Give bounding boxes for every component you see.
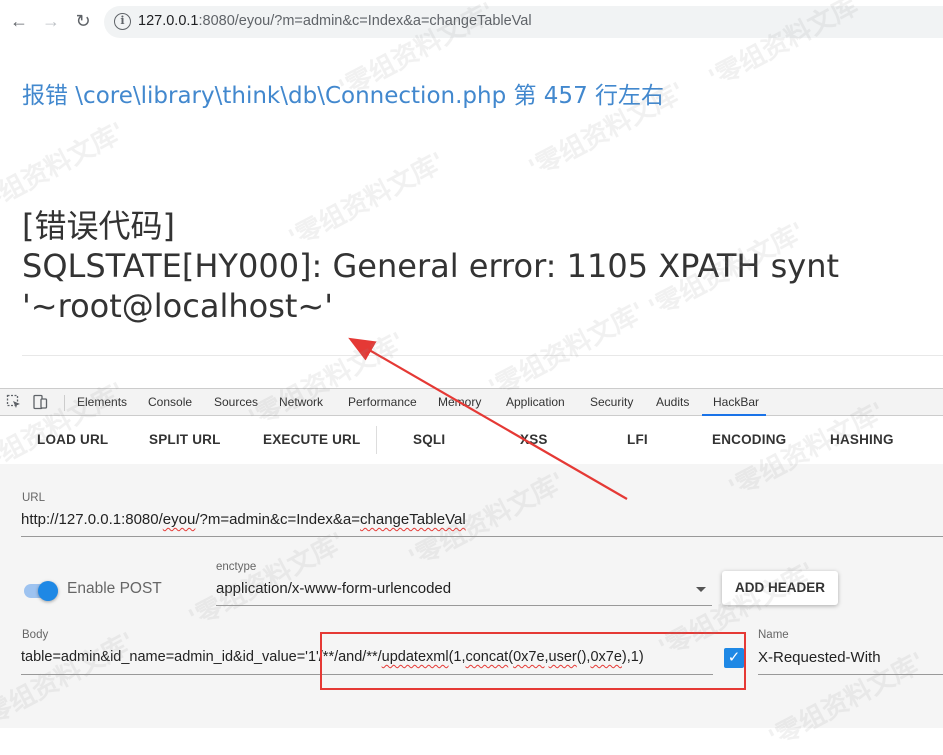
tab-elements[interactable]: Elements (77, 395, 127, 409)
tab-console[interactable]: Console (148, 395, 192, 409)
tab-network[interactable]: Network (279, 395, 323, 409)
enable-post-label: Enable POST (67, 580, 162, 597)
execute-url-button[interactable]: EXECUTE URL (263, 432, 360, 447)
tab-audits[interactable]: Audits (656, 395, 689, 409)
tab-performance[interactable]: Performance (348, 395, 417, 409)
reload-icon[interactable]: ↻ (72, 10, 94, 32)
address-url[interactable]: 127.0.0.1:8080/eyou/?m=admin&c=Index&a=c… (138, 13, 532, 29)
error-location: 报错 \core\library\think\db\Connection.php… (22, 83, 665, 109)
hackbar-toolbar: LOAD URL SPLIT URL EXECUTE URL SQLI XSS … (0, 418, 943, 464)
header-name-input[interactable]: X-Requested-With (758, 649, 881, 666)
address-bar[interactable]: i 127.0.0.1:8080/eyou/?m=admin&c=Index&a… (104, 6, 943, 38)
url-part-4: changeTableVal (360, 511, 466, 528)
device-toolbar-icon[interactable] (32, 394, 48, 410)
xss-menu-button[interactable]: XSS (520, 432, 548, 447)
body-prefix: table=admin&id_name=admin_id&id_value= (21, 649, 306, 665)
enctype-label: enctype (216, 561, 257, 573)
enctype-underline (216, 605, 712, 606)
url-part-3: /?m=admin&c=Index&a= (195, 511, 361, 528)
active-tab-indicator (702, 414, 766, 416)
header-name-underline (758, 674, 943, 675)
tab-sources[interactable]: Sources (214, 395, 258, 409)
body-label: Body (22, 629, 49, 641)
back-arrow-icon[interactable]: ← (8, 10, 30, 32)
address-host: 127.0.0.1 (138, 13, 199, 29)
load-url-button[interactable]: LOAD URL (37, 432, 108, 447)
error-line: SQLSTATE[HY000]: General error: 1105 XPA… (22, 247, 840, 285)
url-field-underline (21, 536, 943, 537)
tab-application[interactable]: Application (506, 395, 565, 409)
devtools-tabbar: Elements Console Sources Network Perform… (0, 388, 943, 416)
header-name-label: Name (758, 629, 789, 641)
add-header-button[interactable]: ADD HEADER (722, 571, 838, 605)
tab-hackbar[interactable]: HackBar (713, 395, 759, 409)
toolbar-divider (376, 426, 377, 454)
annotation-highlight-box (320, 632, 746, 690)
tab-security[interactable]: Security (590, 395, 633, 409)
split-url-button[interactable]: SPLIT URL (149, 432, 221, 447)
chevron-down-icon[interactable] (696, 587, 706, 592)
error-heading: [错误代码] (22, 207, 175, 245)
url-part-2: eyou (162, 511, 196, 528)
url-part-1: http://127.0.0.1:8080/ (21, 511, 163, 528)
lfi-menu-button[interactable]: LFI (627, 432, 648, 447)
toolbar-separator (64, 395, 65, 411)
divider (22, 355, 943, 356)
browser-toolbar: ← → ↻ i 127.0.0.1:8080/eyou/?m=admin&c=I… (0, 0, 943, 44)
url-field[interactable]: http://127.0.0.1:8080/eyou/?m=admin&c=In… (21, 511, 466, 528)
enable-post-toggle[interactable] (38, 581, 58, 601)
error-tail: '~root@localhost~' (22, 287, 334, 325)
sqli-menu-button[interactable]: SQLI (413, 432, 445, 447)
error-message: [错误代码] SQLSTATE[HY000]: General error: 1… (22, 206, 839, 326)
tab-memory[interactable]: Memory (438, 395, 481, 409)
encoding-menu-button[interactable]: ENCODING (712, 432, 786, 447)
url-label: URL (22, 492, 46, 504)
forward-arrow-icon[interactable]: → (40, 10, 62, 32)
enctype-select[interactable]: application/x-www-form-urlencoded (216, 580, 451, 597)
inspect-element-icon[interactable] (6, 394, 22, 410)
hashing-menu-button[interactable]: HASHING (830, 432, 894, 447)
address-path: :8080/eyou/?m=admin&c=Index&a=changeTabl… (198, 13, 532, 29)
info-icon[interactable]: i (114, 13, 131, 30)
